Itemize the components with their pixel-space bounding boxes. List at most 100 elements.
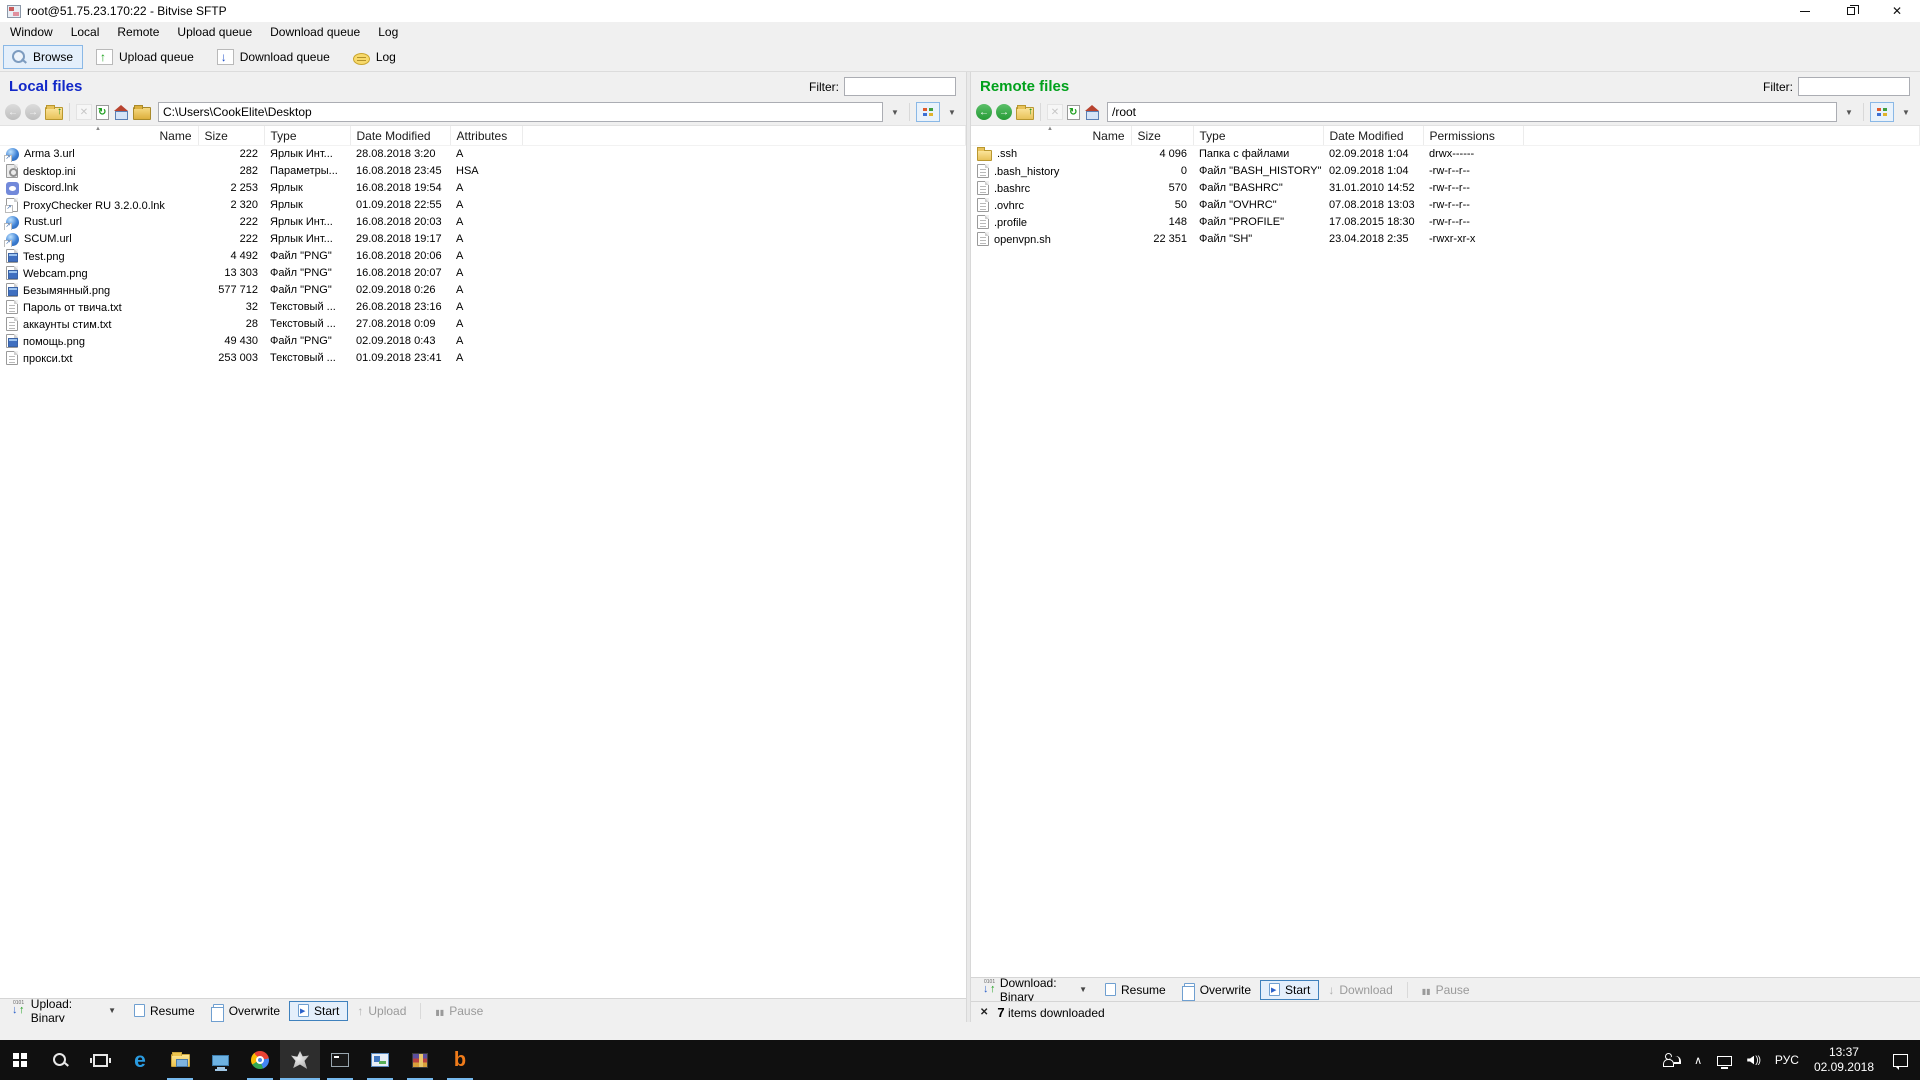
minimize-button[interactable] bbox=[1782, 0, 1828, 22]
view-mode-button[interactable] bbox=[1870, 102, 1894, 122]
path-dropdown-arrow[interactable]: ▼ bbox=[887, 103, 903, 121]
tray-expand-icon[interactable]: ∧ bbox=[1694, 1054, 1702, 1067]
menu-item[interactable]: Log bbox=[369, 22, 407, 42]
overwrite-button[interactable]: Overwrite bbox=[204, 1001, 289, 1021]
path-dropdown-arrow[interactable]: ▼ bbox=[1841, 103, 1857, 121]
divider bbox=[1040, 103, 1041, 121]
back-icon[interactable]: ← bbox=[5, 104, 21, 120]
download-mode-button[interactable]: ↓↑ Download: Binary ▼ bbox=[974, 980, 1096, 1000]
folder-up-icon[interactable] bbox=[45, 107, 63, 120]
file-row[interactable]: .profile 148 Файл "PROFILE" 17.08.2015 1… bbox=[971, 213, 1920, 230]
file-row[interactable]: openvpn.sh 22 351 Файл "SH" 23.04.2018 2… bbox=[971, 230, 1920, 247]
taskbar-app-bitvise-sftp[interactable] bbox=[280, 1040, 320, 1080]
column-header[interactable]: Attributes bbox=[450, 126, 522, 145]
taskbar-app-this-pc[interactable] bbox=[200, 1040, 240, 1080]
refresh-icon[interactable] bbox=[96, 105, 109, 120]
taskbar-icon-file-explorer bbox=[171, 1054, 190, 1067]
volume-icon bbox=[1747, 1056, 1754, 1065]
file-row[interactable]: ProxyChecker RU 3.2.0.0.lnk 2 320 Ярлык … bbox=[0, 196, 966, 213]
restore-button[interactable] bbox=[1828, 0, 1874, 22]
taskbar-app-chrome[interactable] bbox=[240, 1040, 280, 1080]
view-dropdown-arrow[interactable]: ▼ bbox=[944, 103, 960, 121]
file-row[interactable]: SCUM.url 222 Ярлык Инт... 29.08.2018 19:… bbox=[0, 230, 966, 247]
file-row[interactable]: помощь.png 49 430 Файл "PNG" 02.09.2018 … bbox=[0, 332, 966, 349]
file-row[interactable]: прокси.txt 253 003 Текстовый ... 01.09.2… bbox=[0, 349, 966, 366]
file-row[interactable]: .ovhrc 50 Файл "OVHRC" 07.08.2018 13:03 … bbox=[971, 196, 1920, 213]
file-row[interactable]: Пароль от твича.txt 32 Текстовый ... 26.… bbox=[0, 298, 966, 315]
forward-icon[interactable]: → bbox=[25, 104, 41, 120]
column-header[interactable] bbox=[1523, 126, 1920, 145]
file-row[interactable]: Webcam.png 13 303 Файл "PNG" 16.08.2018 … bbox=[0, 264, 966, 281]
taskbar-icon-search bbox=[52, 1052, 68, 1068]
file-row[interactable]: .ssh 4 096 Папка с файлами 02.09.2018 1:… bbox=[971, 145, 1920, 162]
taskbar-app-remote-viewer[interactable] bbox=[360, 1040, 400, 1080]
file-row[interactable]: Discord.lnk 2 253 Ярлык 16.08.2018 19:54… bbox=[0, 179, 966, 196]
file-row[interactable]: Безымянный.png 577 712 Файл "PNG" 02.09.… bbox=[0, 281, 966, 298]
taskbar-app-search[interactable] bbox=[40, 1040, 80, 1080]
view-dropdown-arrow[interactable]: ▼ bbox=[1898, 103, 1914, 121]
taskbar-app-task-view[interactable] bbox=[80, 1040, 120, 1080]
clock[interactable]: 13:37 02.09.2018 bbox=[1814, 1045, 1874, 1075]
upload-mode-button[interactable]: ↓↑ Upload: Binary ▼ bbox=[3, 1001, 125, 1021]
taskbar-app-edge[interactable] bbox=[120, 1040, 160, 1080]
taskbar-app-terminal[interactable] bbox=[320, 1040, 360, 1080]
file-row[interactable]: .bashrc 570 Файл "BASHRC" 31.01.2010 14:… bbox=[971, 179, 1920, 196]
taskbar-app-orange-app[interactable] bbox=[440, 1040, 480, 1080]
taskbar-app-start[interactable] bbox=[0, 1040, 40, 1080]
people-icon[interactable] bbox=[1663, 1053, 1679, 1067]
menu-item[interactable]: Remote bbox=[108, 22, 168, 42]
column-header[interactable]: Date Modified bbox=[350, 126, 450, 145]
toolbar-button[interactable]: Log bbox=[346, 46, 406, 68]
column-header[interactable]: Size bbox=[1131, 126, 1193, 145]
column-header[interactable]: Type bbox=[1193, 126, 1323, 145]
file-row[interactable]: аккаунты стим.txt 28 Текстовый ... 27.08… bbox=[0, 315, 966, 332]
resume-button[interactable]: Resume bbox=[1096, 980, 1175, 1000]
menu-item[interactable]: Upload queue bbox=[168, 22, 261, 42]
sort-ascending-icon: ▲ bbox=[95, 126, 101, 132]
dismiss-status-icon[interactable]: ✕ bbox=[980, 1007, 988, 1018]
menu-item[interactable]: Local bbox=[62, 22, 109, 42]
remote-filter-input[interactable] bbox=[1798, 77, 1910, 96]
view-mode-button[interactable] bbox=[916, 102, 940, 122]
resume-button[interactable]: Resume bbox=[125, 1001, 204, 1021]
browse-folder-icon[interactable] bbox=[133, 107, 151, 120]
menu-item[interactable]: Window bbox=[1, 22, 62, 42]
local-filter-input[interactable] bbox=[844, 77, 956, 96]
start-button[interactable]: Start bbox=[1260, 980, 1319, 1000]
taskbar-app-file-explorer[interactable] bbox=[160, 1040, 200, 1080]
home-icon[interactable] bbox=[113, 104, 129, 120]
overwrite-button[interactable]: Overwrite bbox=[1175, 980, 1260, 1000]
file-row[interactable]: .bash_history 0 Файл "BASH_HISTORY" 02.0… bbox=[971, 162, 1920, 179]
column-header[interactable]: Type bbox=[264, 126, 350, 145]
file-row[interactable]: Rust.url 222 Ярлык Инт... 16.08.2018 20:… bbox=[0, 213, 966, 230]
column-header[interactable] bbox=[522, 126, 966, 145]
file-row[interactable]: Arma 3.url 222 Ярлык Инт... 28.08.2018 3… bbox=[0, 145, 966, 162]
start-button[interactable]: Start bbox=[289, 1001, 348, 1021]
column-header[interactable]: Date Modified bbox=[1323, 126, 1423, 145]
restore-icon bbox=[1847, 7, 1855, 15]
network-icon[interactable] bbox=[1717, 1056, 1732, 1066]
file-type-icon-globe bbox=[6, 148, 19, 161]
language-indicator[interactable]: РУС bbox=[1775, 1053, 1799, 1067]
toolbar-button[interactable]: Browse bbox=[3, 45, 83, 69]
folder-up-icon[interactable] bbox=[1016, 107, 1034, 120]
file-row[interactable]: desktop.ini 282 Параметры... 16.08.2018 … bbox=[0, 162, 966, 179]
remote-path-input[interactable] bbox=[1108, 104, 1836, 120]
menu-item[interactable]: Download queue bbox=[261, 22, 369, 42]
close-button[interactable]: ✕ bbox=[1874, 0, 1920, 22]
refresh-icon[interactable] bbox=[1067, 105, 1080, 120]
forward-icon[interactable]: → bbox=[996, 104, 1012, 120]
file-row[interactable]: Test.png 4 492 Файл "PNG" 16.08.2018 20:… bbox=[0, 247, 966, 264]
toolbar-button[interactable]: Download queue bbox=[210, 45, 340, 69]
toolbar-button[interactable]: Upload queue bbox=[89, 45, 204, 69]
column-header[interactable]: Size bbox=[198, 126, 264, 145]
column-header[interactable]: Permissions bbox=[1423, 126, 1523, 145]
divider bbox=[420, 1003, 421, 1019]
back-icon[interactable]: ← bbox=[976, 104, 992, 120]
volume-control[interactable]: )) bbox=[1747, 1055, 1760, 1066]
action-center-icon[interactable] bbox=[1893, 1054, 1908, 1067]
taskbar-app-winrar[interactable] bbox=[400, 1040, 440, 1080]
local-path-input[interactable] bbox=[159, 104, 882, 120]
resume-icon bbox=[1105, 983, 1116, 996]
home-icon[interactable] bbox=[1084, 104, 1100, 120]
